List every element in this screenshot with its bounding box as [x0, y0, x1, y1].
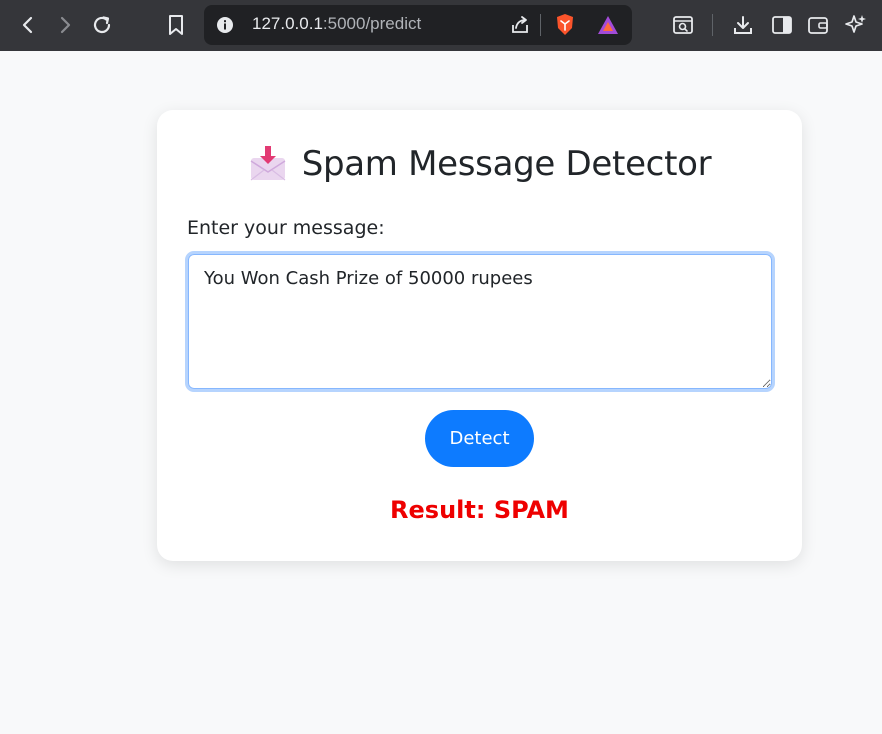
sidebar-icon[interactable] — [767, 10, 797, 40]
wallet-icon[interactable] — [803, 10, 833, 40]
leo-ai-icon[interactable] — [841, 10, 871, 40]
url-path: :5000/predict — [322, 14, 422, 33]
result-text: Result: SPAM — [390, 496, 569, 524]
message-label: Enter your message: — [187, 217, 385, 239]
detector-card: Spam Message Detector Enter your message… — [157, 110, 802, 561]
forward-icon[interactable] — [50, 10, 80, 40]
share-icon[interactable] — [509, 14, 531, 40]
reload-icon[interactable] — [87, 10, 117, 40]
url-host: 127.0.0.1 — [252, 14, 323, 33]
brave-shield-icon[interactable] — [554, 13, 576, 41]
toolbar-separator — [712, 14, 713, 36]
message-input[interactable] — [188, 254, 772, 389]
back-icon[interactable] — [13, 10, 43, 40]
detect-button[interactable]: Detect — [425, 410, 534, 467]
site-info-icon[interactable] — [216, 16, 234, 34]
brave-rewards-icon[interactable] — [596, 14, 620, 40]
download-icon[interactable] — [728, 10, 758, 40]
title-row: Spam Message Detector — [157, 140, 802, 188]
envelope-download-icon — [248, 144, 288, 184]
tab-search-icon[interactable] — [668, 10, 698, 40]
page-title: Spam Message Detector — [301, 144, 712, 184]
url-text: 127.0.0.1:5000/predict — [252, 14, 421, 34]
bookmark-icon[interactable] — [161, 10, 191, 40]
url-separator — [540, 14, 541, 36]
address-bar[interactable]: 127.0.0.1:5000/predict — [204, 5, 632, 45]
message-focus-ring — [185, 251, 775, 392]
browser-toolbar: 127.0.0.1:5000/predict — [0, 0, 882, 51]
